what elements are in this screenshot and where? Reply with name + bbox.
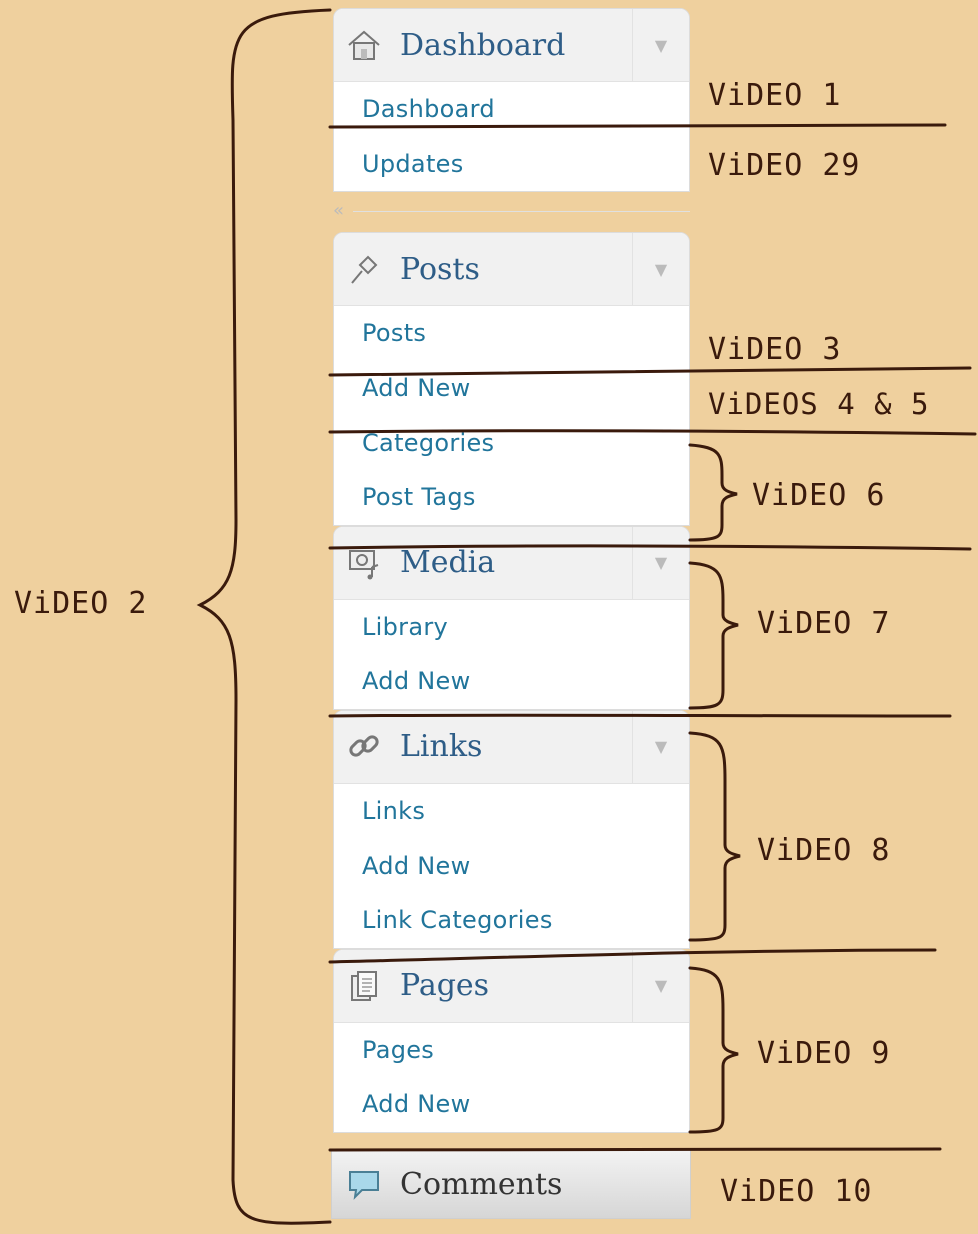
annotation-video-10: ViDEO 10 [720, 1174, 873, 1209]
annotation-video-6: ViDEO 6 [752, 478, 886, 513]
annotation-video-7: ViDEO 7 [757, 606, 891, 641]
annotation-video-29: ViDEO 29 [708, 148, 861, 183]
annotation-video-8: ViDEO 8 [757, 833, 891, 868]
annotation-video-9: ViDEO 9 [757, 1036, 891, 1071]
annotation-videos-4-5: ViDEOS 4 & 5 [708, 387, 930, 421]
annotation-video-2: ViDEO 2 [14, 586, 148, 621]
annotation-video-1: ViDEO 1 [708, 78, 842, 113]
annotation-video-3: ViDEO 3 [708, 332, 842, 367]
